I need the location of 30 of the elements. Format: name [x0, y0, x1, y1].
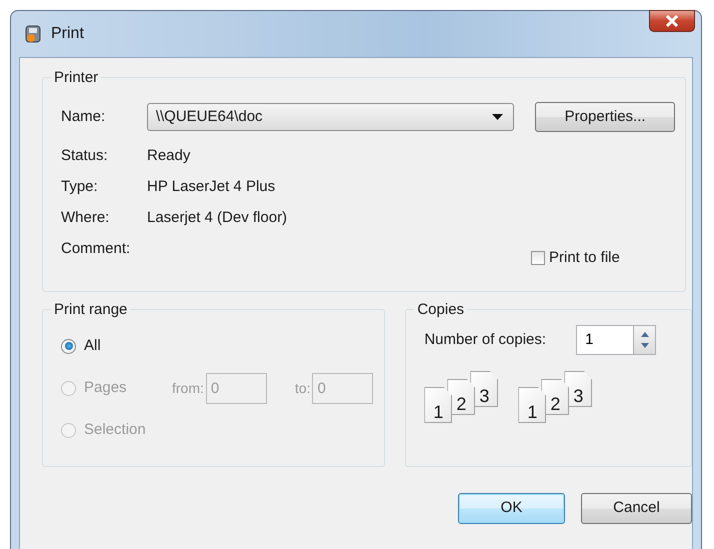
page-icon: 1 — [424, 387, 452, 423]
dialog-button[interactable]: OK — [458, 493, 565, 524]
field-label: Name: — [61, 106, 106, 127]
properties-button[interactable]: Properties... — [535, 102, 675, 132]
field-label: Status: — [61, 146, 109, 166]
field-label: Number of copies: — [424, 330, 546, 350]
page-icon: 1 — [518, 387, 546, 423]
checkbox-label[interactable]: Print to file — [549, 246, 620, 269]
printer-dropdown[interactable]: \\QUEUE64\doc — [146, 103, 514, 131]
dropdown-arrow-icon — [492, 114, 504, 120]
field-value: HP LaserJet 4 Plus — [147, 177, 276, 198]
field-label: Comment: — [61, 239, 132, 260]
field-label: from: — [172, 378, 204, 398]
radio-label[interactable]: All — [84, 334, 164, 358]
field-label: Type: — [61, 177, 99, 198]
spin-arrows-icon[interactable] — [633, 325, 656, 355]
group-title: Copies — [416, 302, 466, 317]
window-title: Print — [51, 24, 84, 44]
copies-field[interactable]: 1 — [576, 325, 634, 355]
field-label: to: — [294, 378, 310, 398]
close-button[interactable] — [649, 10, 695, 32]
field-value: Laserjet 4 (Dev floor) — [147, 208, 288, 228]
radio-button[interactable] — [61, 338, 76, 354]
group-title: Print range — [53, 302, 128, 317]
field-label: Where: — [61, 208, 110, 228]
dialog-button[interactable]: Cancel — [581, 493, 692, 524]
group-title: Printer — [53, 70, 100, 85]
checkbox[interactable] — [531, 250, 545, 265]
field-value: Ready — [147, 146, 190, 166]
close-icon — [664, 15, 680, 27]
